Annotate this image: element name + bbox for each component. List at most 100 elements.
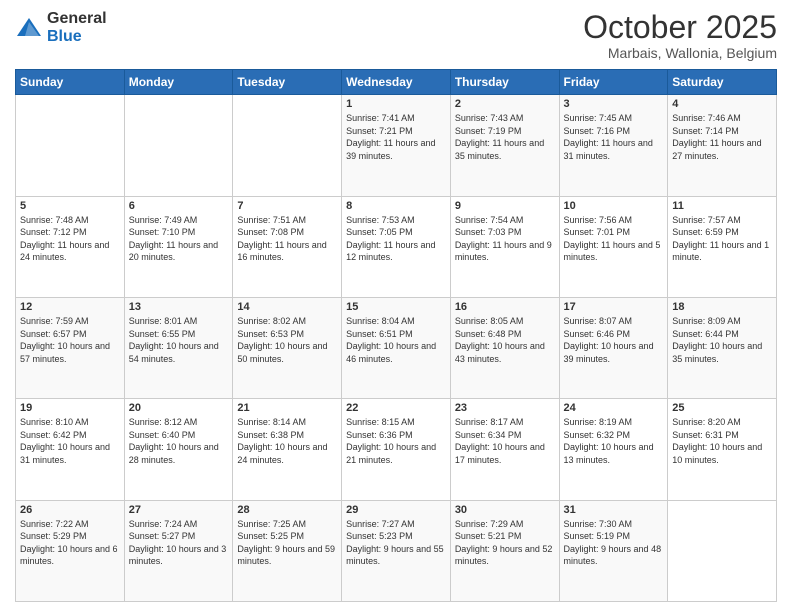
day-cell: 20 Sunrise: 8:12 AM Sunset: 6:40 PM Dayli… xyxy=(124,399,233,500)
day-info: Sunrise: 8:04 AM Sunset: 6:51 PM Dayligh… xyxy=(346,315,446,365)
day-cell: 21 Sunrise: 8:14 AM Sunset: 6:38 PM Dayli… xyxy=(233,399,342,500)
day-number: 4 xyxy=(672,98,772,110)
day-cell: 23 Sunrise: 8:17 AM Sunset: 6:34 PM Dayli… xyxy=(450,399,559,500)
day-cell: 24 Sunrise: 8:19 AM Sunset: 6:32 PM Dayli… xyxy=(559,399,668,500)
day-info: Sunrise: 7:48 AM Sunset: 7:12 PM Dayligh… xyxy=(20,214,120,264)
day-info: Sunrise: 7:25 AM Sunset: 5:25 PM Dayligh… xyxy=(237,518,337,568)
day-cell: 22 Sunrise: 8:15 AM Sunset: 6:36 PM Dayli… xyxy=(342,399,451,500)
weekday-header-saturday: Saturday xyxy=(668,70,777,95)
day-number: 21 xyxy=(237,402,337,414)
day-number: 29 xyxy=(346,504,446,516)
day-info: Sunrise: 8:09 AM Sunset: 6:44 PM Dayligh… xyxy=(672,315,772,365)
day-info: Sunrise: 7:29 AM Sunset: 5:21 PM Dayligh… xyxy=(455,518,555,568)
day-cell: 9 Sunrise: 7:54 AM Sunset: 7:03 PM Daylig… xyxy=(450,196,559,297)
day-cell: 13Sunrise: 8:01 AM Sunset: 6:55 PM Dayli… xyxy=(124,297,233,398)
day-info: Sunrise: 7:46 AM Sunset: 7:14 PM Dayligh… xyxy=(672,112,772,162)
day-cell: 25Sunrise: 8:20 AM Sunset: 6:31 PM Dayli… xyxy=(668,399,777,500)
day-cell xyxy=(16,95,125,196)
day-info: Sunrise: 7:30 AM Sunset: 5:19 PM Dayligh… xyxy=(564,518,664,568)
day-number: 24 xyxy=(564,402,664,414)
day-cell: 1Sunrise: 7:41 AM Sunset: 7:21 PM Daylig… xyxy=(342,95,451,196)
day-cell: 12 Sunrise: 7:59 AM Sunset: 6:57 PM Dayli… xyxy=(16,297,125,398)
day-cell: 11 Sunrise: 7:57 AM Sunset: 6:59 PM Dayli… xyxy=(668,196,777,297)
day-cell: 3 Sunrise: 7:45 AM Sunset: 7:16 PM Daylig… xyxy=(559,95,668,196)
logo-icon xyxy=(15,14,43,42)
day-info: Sunrise: 8:14 AM Sunset: 6:38 PM Dayligh… xyxy=(237,416,337,466)
day-info: Sunrise: 7:53 AM Sunset: 7:05 PM Dayligh… xyxy=(346,214,446,264)
day-info: Sunrise: 8:12 AM Sunset: 6:40 PM Dayligh… xyxy=(129,416,229,466)
day-cell: 10Sunrise: 7:56 AM Sunset: 7:01 PM Dayli… xyxy=(559,196,668,297)
day-number: 19 xyxy=(20,402,120,414)
day-info: Sunrise: 7:57 AM Sunset: 6:59 PM Dayligh… xyxy=(672,214,772,264)
logo-general: General xyxy=(47,10,107,27)
location: Marbais, Wallonia, Belgium xyxy=(583,45,777,61)
day-cell: 6 Sunrise: 7:49 AM Sunset: 7:10 PM Daylig… xyxy=(124,196,233,297)
day-info: Sunrise: 7:24 AM Sunset: 5:27 PM Dayligh… xyxy=(129,518,229,568)
day-cell: 27 Sunrise: 7:24 AM Sunset: 5:27 PM Dayli… xyxy=(124,500,233,601)
day-number: 27 xyxy=(129,504,229,516)
day-number: 13 xyxy=(129,301,229,313)
day-number: 26 xyxy=(20,504,120,516)
day-cell: 15Sunrise: 8:04 AM Sunset: 6:51 PM Dayli… xyxy=(342,297,451,398)
day-cell: 19 Sunrise: 8:10 AM Sunset: 6:42 PM Dayli… xyxy=(16,399,125,500)
day-cell: 7Sunrise: 7:51 AM Sunset: 7:08 PM Daylig… xyxy=(233,196,342,297)
day-info: Sunrise: 7:54 AM Sunset: 7:03 PM Dayligh… xyxy=(455,214,555,264)
day-info: Sunrise: 7:45 AM Sunset: 7:16 PM Dayligh… xyxy=(564,112,664,162)
header: General Blue October 2025 Marbais, Wallo… xyxy=(15,10,777,61)
day-number: 16 xyxy=(455,301,555,313)
day-info: Sunrise: 8:10 AM Sunset: 6:42 PM Dayligh… xyxy=(20,416,120,466)
title-block: October 2025 Marbais, Wallonia, Belgium xyxy=(583,10,777,61)
day-info: Sunrise: 8:15 AM Sunset: 6:36 PM Dayligh… xyxy=(346,416,446,466)
day-info: Sunrise: 7:49 AM Sunset: 7:10 PM Dayligh… xyxy=(129,214,229,264)
day-info: Sunrise: 8:05 AM Sunset: 6:48 PM Dayligh… xyxy=(455,315,555,365)
day-cell: 4 Sunrise: 7:46 AM Sunset: 7:14 PM Daylig… xyxy=(668,95,777,196)
day-cell: 5 Sunrise: 7:48 AM Sunset: 7:12 PM Daylig… xyxy=(16,196,125,297)
weekday-header-sunday: Sunday xyxy=(16,70,125,95)
month-title: October 2025 xyxy=(583,10,777,45)
day-number: 3 xyxy=(564,98,664,110)
day-cell: 17Sunrise: 8:07 AM Sunset: 6:46 PM Dayli… xyxy=(559,297,668,398)
week-row-2: 5 Sunrise: 7:48 AM Sunset: 7:12 PM Daylig… xyxy=(16,196,777,297)
day-number: 20 xyxy=(129,402,229,414)
day-cell: 8Sunrise: 7:53 AM Sunset: 7:05 PM Daylig… xyxy=(342,196,451,297)
day-number: 11 xyxy=(672,200,772,212)
day-cell: 16 Sunrise: 8:05 AM Sunset: 6:48 PM Dayli… xyxy=(450,297,559,398)
day-cell: 2 Sunrise: 7:43 AM Sunset: 7:19 PM Daylig… xyxy=(450,95,559,196)
day-cell xyxy=(233,95,342,196)
day-info: Sunrise: 8:02 AM Sunset: 6:53 PM Dayligh… xyxy=(237,315,337,365)
day-cell: 26 Sunrise: 7:22 AM Sunset: 5:29 PM Dayli… xyxy=(16,500,125,601)
day-cell: 14Sunrise: 8:02 AM Sunset: 6:53 PM Dayli… xyxy=(233,297,342,398)
day-info: Sunrise: 7:59 AM Sunset: 6:57 PM Dayligh… xyxy=(20,315,120,365)
day-info: Sunrise: 8:07 AM Sunset: 6:46 PM Dayligh… xyxy=(564,315,664,365)
page-container: General Blue October 2025 Marbais, Wallo… xyxy=(0,0,792,612)
day-number: 9 xyxy=(455,200,555,212)
day-number: 28 xyxy=(237,504,337,516)
logo-text: General Blue xyxy=(47,10,107,45)
day-cell: 31Sunrise: 7:30 AM Sunset: 5:19 PM Dayli… xyxy=(559,500,668,601)
day-info: Sunrise: 8:20 AM Sunset: 6:31 PM Dayligh… xyxy=(672,416,772,466)
day-number: 2 xyxy=(455,98,555,110)
day-info: Sunrise: 8:19 AM Sunset: 6:32 PM Dayligh… xyxy=(564,416,664,466)
day-number: 22 xyxy=(346,402,446,414)
week-row-5: 26 Sunrise: 7:22 AM Sunset: 5:29 PM Dayli… xyxy=(16,500,777,601)
day-info: Sunrise: 7:27 AM Sunset: 5:23 PM Dayligh… xyxy=(346,518,446,568)
week-row-3: 12 Sunrise: 7:59 AM Sunset: 6:57 PM Dayli… xyxy=(16,297,777,398)
week-row-1: 1Sunrise: 7:41 AM Sunset: 7:21 PM Daylig… xyxy=(16,95,777,196)
day-number: 23 xyxy=(455,402,555,414)
day-info: Sunrise: 7:22 AM Sunset: 5:29 PM Dayligh… xyxy=(20,518,120,568)
day-number: 1 xyxy=(346,98,446,110)
day-number: 12 xyxy=(20,301,120,313)
day-info: Sunrise: 7:43 AM Sunset: 7:19 PM Dayligh… xyxy=(455,112,555,162)
day-cell: 18 Sunrise: 8:09 AM Sunset: 6:44 PM Dayli… xyxy=(668,297,777,398)
calendar-table: SundayMondayTuesdayWednesdayThursdayFrid… xyxy=(15,69,777,602)
weekday-header-thursday: Thursday xyxy=(450,70,559,95)
day-cell xyxy=(668,500,777,601)
day-cell: 30 Sunrise: 7:29 AM Sunset: 5:21 PM Dayli… xyxy=(450,500,559,601)
day-number: 18 xyxy=(672,301,772,313)
day-number: 5 xyxy=(20,200,120,212)
day-number: 7 xyxy=(237,200,337,212)
day-number: 6 xyxy=(129,200,229,212)
weekday-header-wednesday: Wednesday xyxy=(342,70,451,95)
day-info: Sunrise: 8:17 AM Sunset: 6:34 PM Dayligh… xyxy=(455,416,555,466)
day-number: 30 xyxy=(455,504,555,516)
